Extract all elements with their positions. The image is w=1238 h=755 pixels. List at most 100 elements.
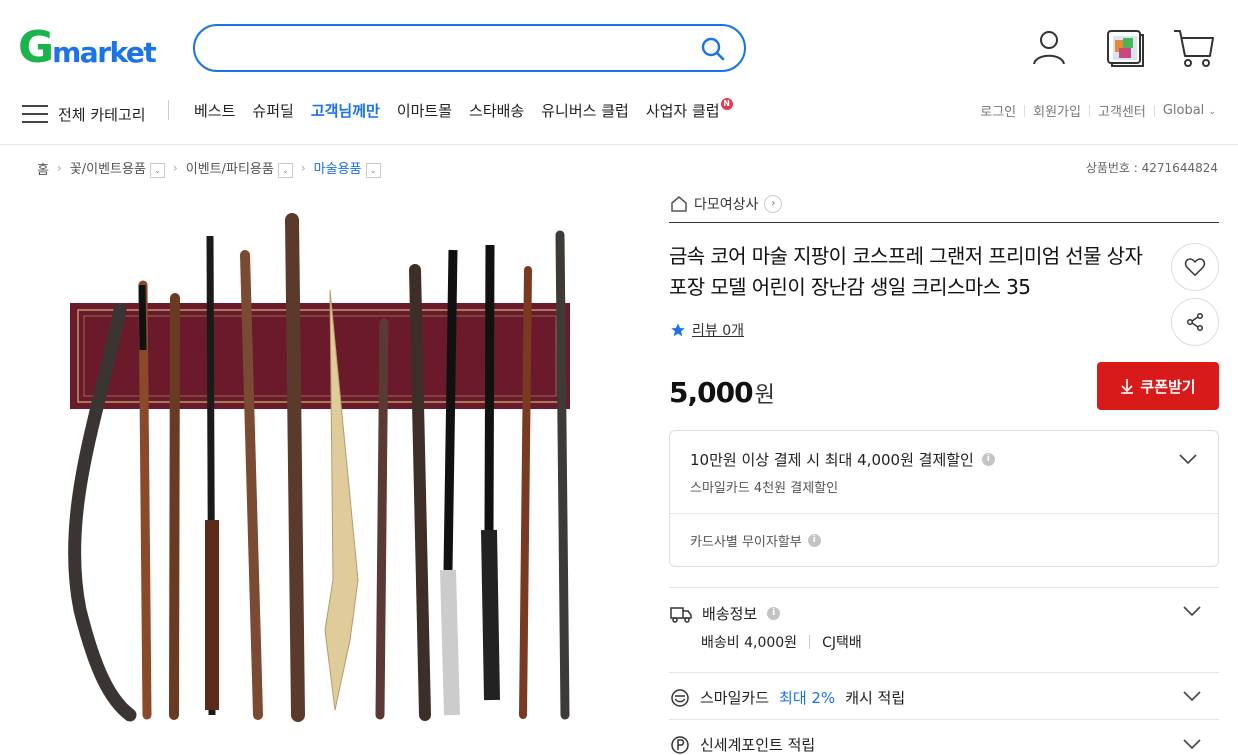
share-icon [1186,312,1204,332]
discount-divider [670,513,1218,514]
shipping-carrier: CJ택배 [822,635,862,651]
chevron-right-icon: › [172,161,178,175]
coupon-button[interactable]: 쿠폰받기 [1097,362,1219,410]
info-icon[interactable]: i [807,534,821,547]
installment-info[interactable]: 카드사별 무이자할부 i [690,531,821,550]
customer-center-link[interactable]: 고객센터 [1098,101,1146,120]
product-title: 금속 코어 마술 지팡이 코스프레 그랜저 프리미엄 선물 상자 포장 모델 어… [669,244,1143,299]
utility-links: 로그인 회원가입 고객센터 Global ⌄ [980,101,1216,120]
user-icon[interactable] [1027,26,1071,70]
nav-item-star-delivery[interactable]: 스타배송 [469,100,524,121]
chevron-down-icon[interactable]: ⌄ [149,163,165,178]
point-icon [671,735,689,754]
chevron-right-icon: › [300,161,306,175]
hamburger-icon [22,99,48,129]
chevron-down-icon[interactable]: ⌄ [277,163,293,178]
all-category-label: 전체 카테고리 [58,105,146,124]
logo-g: G [18,22,54,73]
smilecard-rate: 최대 2% [779,689,836,707]
chevron-down-icon: ⌄ [1208,107,1216,117]
nav-item-for-you[interactable]: 고객님께만 [311,100,380,121]
breadcrumb-item[interactable]: 마술용품 ⌄ [314,158,381,178]
nav-item-best[interactable]: 베스트 [194,100,235,121]
home-icon [671,196,687,212]
shipping-label: 배송정보 [702,605,758,623]
breadcrumb: 홈 › 꽃/이벤트용품 ⌄ › 이벤트/파티용품 ⌄ › 마술용품 ⌄ [37,158,381,178]
all-category-menu[interactable]: 전체 카테고리 [22,99,146,129]
nav-item-universe-club[interactable]: 유니버스 클럽 [541,100,629,121]
breadcrumb-home[interactable]: 홈 [37,159,49,178]
global-label: Global [1162,103,1205,118]
seller-link[interactable]: 다모여상사 › [670,194,783,214]
chevron-right-icon: › [764,195,783,213]
chevron-right-icon: › [56,161,62,175]
coupon-label: 쿠폰받기 [1140,377,1196,396]
product-image[interactable] [40,190,620,755]
global-link[interactable]: Global ⌄ [1163,103,1216,118]
discount-main[interactable]: 10만원 이상 결제 시 최대 4,000원 결제할인 i [690,449,995,470]
price-unit: 원 [754,383,775,408]
section-divider [669,672,1219,673]
truck-icon [670,606,692,623]
chevron-down-icon[interactable] [1182,737,1202,751]
util-divider [1024,104,1026,117]
discount-sub: 스마일카드 4천원 결제할인 [690,481,839,496]
star-icon [671,323,685,337]
main-nav: 베스트 슈퍼딜 고객님께만 이마트몰 스타배송 유니버스 클럽 사업자 클럽 N [194,98,733,121]
smilecard-prefix: 스마일카드 [700,689,770,707]
price: 5,000원 [669,376,775,409]
nav-item-superdeal[interactable]: 슈퍼딜 [252,100,293,121]
breadcrumb-current: 마술용품 [313,162,362,177]
search-icon[interactable] [700,36,726,62]
seller-divider [669,222,1219,223]
util-divider [1088,104,1090,117]
info-icon[interactable]: i [767,607,781,620]
recent-items-icon[interactable] [1103,26,1147,70]
price-amount: 5,000 [669,376,754,409]
breadcrumb-label: 꽃/이벤트용품 [69,162,146,177]
chevron-down-icon[interactable] [1182,689,1202,703]
seller-name: 다모여상사 [694,197,759,213]
chevron-down-icon[interactable]: ⌄ [365,163,381,178]
breadcrumb-item[interactable]: 꽃/이벤트용품 ⌄ [70,158,165,178]
installment-text: 카드사별 무이자할부 [690,535,802,550]
breadcrumb-item[interactable]: 이벤트/파티용품 ⌄ [186,158,293,178]
new-badge: N [720,98,733,110]
wishlist-button[interactable] [1171,243,1219,291]
nav-item-business-club[interactable]: 사업자 클럽 N [645,98,733,121]
cart-icon[interactable] [1172,26,1216,70]
search-bar[interactable] [193,24,746,72]
shipping-divider [809,635,811,649]
search-input[interactable] [215,36,695,60]
header-divider [0,144,1238,145]
info-icon[interactable]: i [981,453,995,466]
login-link[interactable]: 로그인 [980,101,1016,120]
util-divider [1153,104,1155,117]
download-icon [1121,379,1134,394]
business-club-label: 사업자 클럽 [645,102,720,120]
heart-icon [1184,258,1206,277]
logo-text: market [52,35,157,69]
shipping-details: 배송비 4,000원 CJ택배 [701,632,862,652]
smilecard-cashback[interactable]: 스마일카드 최대 2% 캐시 적립 [670,687,905,708]
signup-link[interactable]: 회원가입 [1033,101,1081,120]
chevron-down-icon[interactable] [1178,452,1198,466]
section-divider [669,719,1219,720]
gmarket-logo[interactable]: Gmarket [18,26,168,70]
section-divider [669,587,1219,588]
share-button[interactable] [1171,298,1219,346]
breadcrumb-label: 이벤트/파티용품 [185,162,274,177]
chevron-down-icon[interactable] [1182,604,1202,618]
shinsegae-points[interactable]: 신세계포인트 적립 [670,734,815,755]
points-label: 신세계포인트 적립 [700,736,816,754]
review-count: 리뷰 0개 [692,323,744,339]
shipping-fee: 배송비 4,000원 [701,635,798,651]
shipping-header[interactable]: 배송정보 i [670,603,781,624]
smile-icon [671,688,689,707]
smilecard-suffix: 캐시 적립 [845,689,906,707]
nav-item-emart[interactable]: 이마트몰 [397,100,452,121]
discount-main-text: 10만원 이상 결제 시 최대 4,000원 결제할인 [690,451,974,469]
review-link[interactable]: 리뷰 0개 [670,320,744,340]
nav-divider [168,100,169,120]
product-number: 상품번호 : 4271644824 [1085,161,1218,175]
